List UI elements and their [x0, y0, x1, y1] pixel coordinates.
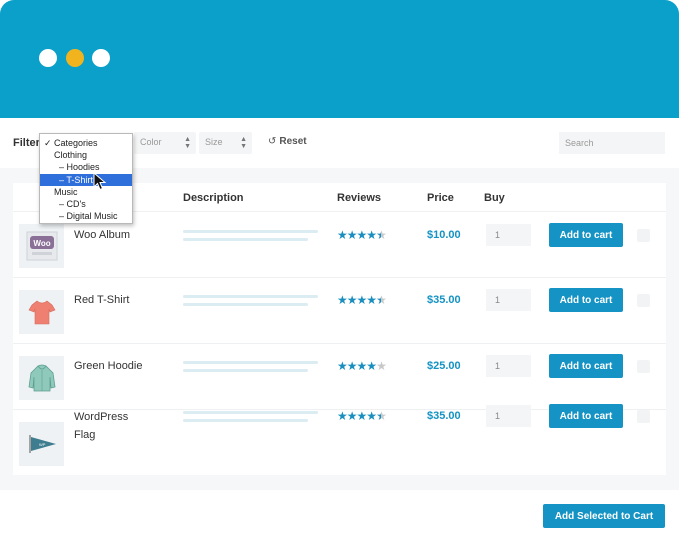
header-reviews: Reviews: [337, 192, 382, 204]
description-placeholder: [183, 369, 308, 372]
select-checkbox[interactable]: [637, 294, 650, 307]
product-table: Description Reviews Price Buy Woo Woo Al…: [13, 183, 666, 475]
quantity-input[interactable]: [486, 289, 531, 311]
star-icon: ★: [346, 409, 358, 423]
header-description: Description: [183, 192, 244, 204]
dropdown-option-cds[interactable]: – CD's: [40, 198, 132, 210]
star-icon: ★: [356, 228, 368, 242]
add-to-cart-button[interactable]: Add to cart: [549, 223, 623, 247]
description-placeholder: [183, 411, 318, 414]
star-icon: ★: [356, 359, 368, 373]
add-to-cart-button[interactable]: Add to cart: [549, 288, 623, 312]
dropdown-option-tshirt[interactable]: – T-Shirt: [40, 173, 132, 186]
svg-text:Woo: Woo: [33, 239, 50, 248]
hoodie-icon[interactable]: [19, 356, 64, 400]
window-title-bar: [0, 0, 679, 118]
star-icon: ★: [356, 409, 368, 423]
window-dot-minimize[interactable]: [66, 49, 84, 67]
description-placeholder: [183, 419, 308, 422]
product-name[interactable]: Green Hoodie: [74, 358, 143, 375]
star-icon: ★: [337, 228, 348, 242]
reset-icon: ↺: [268, 136, 277, 147]
rating-stars: ★★★★★: [337, 293, 387, 307]
quantity-input[interactable]: [486, 405, 531, 427]
star-icon: ★: [366, 409, 377, 423]
star-icon: ★: [337, 359, 348, 373]
star-icon: ★: [376, 228, 387, 242]
star-icon: ★: [346, 359, 358, 373]
reset-button[interactable]: ↺ Reset: [268, 136, 307, 147]
product-name-line-1[interactable]: WordPress: [74, 409, 128, 426]
select-checkbox[interactable]: [637, 410, 650, 423]
filter-label: Filter: [13, 137, 40, 149]
window-dot-maximize[interactable]: [92, 49, 110, 67]
star-icon: ★: [366, 228, 377, 242]
description-placeholder: [183, 230, 318, 233]
rating-stars: ★★★★★: [337, 409, 387, 423]
product-price: $25.00: [427, 360, 461, 372]
product-name[interactable]: Woo Album: [74, 227, 130, 244]
select-arrows-icon: ▲ ▼: [240, 136, 247, 150]
color-select[interactable]: Color ▲ ▼: [134, 132, 196, 154]
description-placeholder: [183, 238, 308, 241]
add-selected-to-cart-button[interactable]: Add Selected to Cart: [543, 504, 665, 528]
star-icon: ★: [346, 228, 358, 242]
size-select-value: Size: [205, 137, 223, 147]
dropdown-option-clothing[interactable]: Clothing: [40, 149, 132, 161]
add-to-cart-button[interactable]: Add to cart: [549, 404, 623, 428]
product-price: $35.00: [427, 294, 461, 306]
star-icon: ★: [337, 293, 348, 307]
reset-label: Reset: [279, 136, 307, 147]
dropdown-option-digital-music[interactable]: – Digital Music: [40, 210, 132, 222]
dropdown-option-hoodies[interactable]: – Hoodies: [40, 161, 132, 173]
header-buy: Buy: [484, 192, 505, 204]
dropdown-option-categories[interactable]: ✓ Categories: [40, 137, 132, 149]
select-checkbox[interactable]: [637, 360, 650, 373]
svg-text:WP: WP: [39, 442, 46, 447]
size-select[interactable]: Size ▲ ▼: [199, 132, 252, 154]
add-to-cart-button[interactable]: Add to cart: [549, 354, 623, 378]
rating-stars: ★★★★★: [337, 228, 387, 242]
star-icon: ★: [356, 293, 368, 307]
product-name-line-2[interactable]: Flag: [74, 427, 95, 444]
product-price: $10.00: [427, 229, 461, 241]
table-row: WP WordPress Flag ★★★★★ $35.00 Add to ca…: [13, 404, 666, 475]
description-placeholder: [183, 361, 318, 364]
star-icon: ★: [376, 409, 387, 423]
table-row: Green Hoodie ★★★★★ $25.00 Add to cart: [13, 343, 666, 409]
window-dot-close[interactable]: [39, 49, 57, 67]
star-icon: ★: [366, 293, 377, 307]
description-placeholder: [183, 303, 308, 306]
woo-album-icon[interactable]: Woo: [19, 224, 64, 268]
quantity-input[interactable]: [486, 224, 531, 246]
mouse-cursor-icon: [93, 172, 107, 191]
star-icon: ★: [337, 409, 348, 423]
table-row: Red T-Shirt ★★★★★ $35.00 Add to cart: [13, 277, 666, 343]
select-checkbox[interactable]: [637, 229, 650, 242]
product-name[interactable]: Red T-Shirt: [74, 292, 129, 309]
product-price: $35.00: [427, 410, 461, 422]
select-arrows-icon: ▲ ▼: [184, 136, 191, 150]
star-icon: ★: [346, 293, 358, 307]
tshirt-icon[interactable]: [19, 290, 64, 334]
dropdown-option-music[interactable]: Music: [40, 186, 132, 198]
star-icon: ★: [366, 359, 377, 373]
star-icon: ★: [376, 359, 387, 373]
description-placeholder: [183, 295, 318, 298]
category-dropdown-menu: ✓ Categories Clothing – Hoodies – T-Shirt…: [39, 133, 133, 224]
search-input[interactable]: [559, 132, 665, 154]
pennant-flag-icon[interactable]: WP: [19, 422, 64, 466]
header-price: Price: [427, 192, 454, 204]
color-select-value: Color: [140, 137, 162, 147]
quantity-input[interactable]: [486, 355, 531, 377]
check-icon: ✓: [44, 138, 52, 148]
star-icon: ★: [376, 293, 387, 307]
rating-stars: ★★★★★: [337, 359, 387, 373]
